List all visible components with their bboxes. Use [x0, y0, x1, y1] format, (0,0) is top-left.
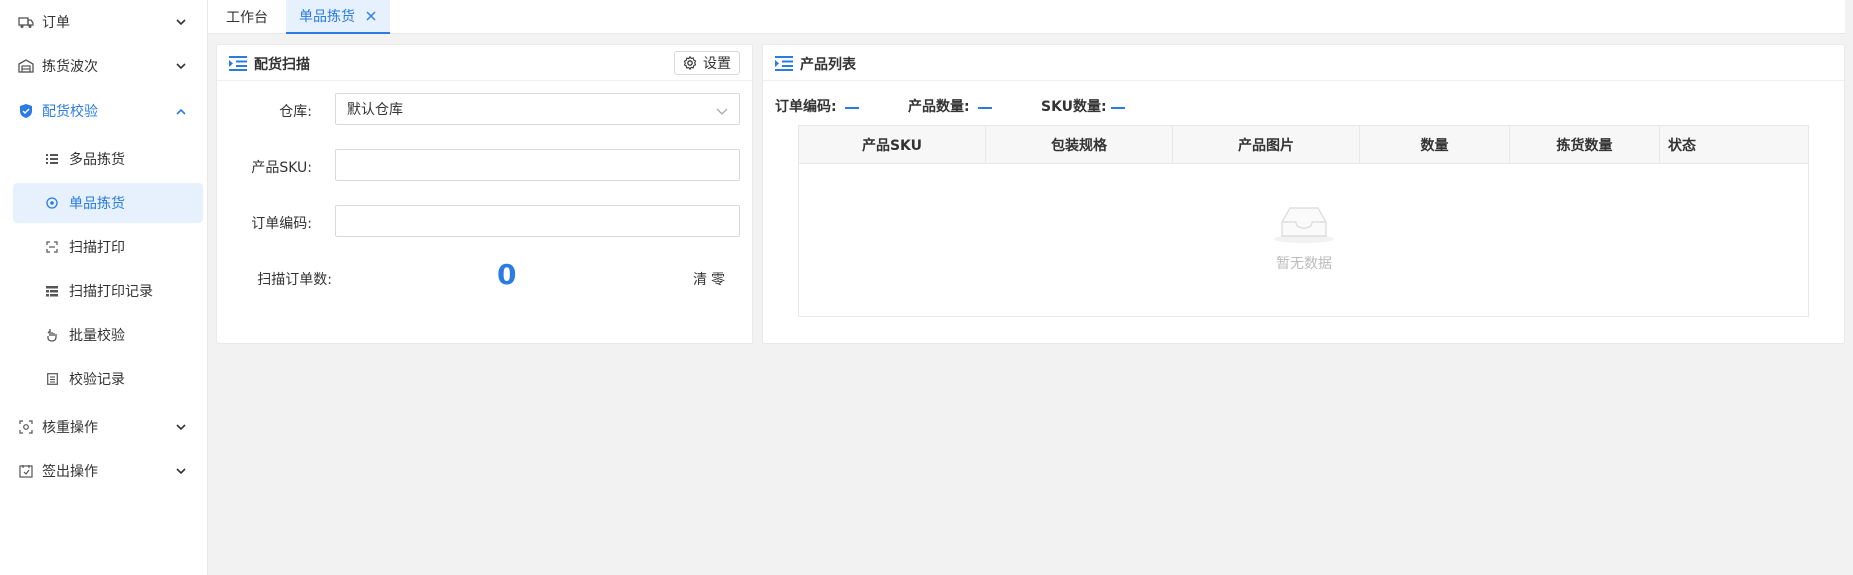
- column-header-picked-qty[interactable]: 拣货数量: [1510, 126, 1660, 164]
- tab-label: 单品拣货: [299, 9, 355, 25]
- tab-workbench[interactable]: 工作台: [208, 0, 286, 34]
- column-header-status[interactable]: 状态: [1660, 126, 1810, 164]
- warehouse-value: 默认仓库: [347, 102, 403, 118]
- product-panel-title: 产品列表: [800, 57, 856, 73]
- sidebar: 订单 拣货波次 配货校验 多品拣货 单品拣货 扫描打印 扫描打印记录 批量校验: [0, 0, 208, 575]
- shield-check-icon: [18, 103, 34, 119]
- product-panel-header: 产品列表: [763, 45, 1844, 81]
- scan-panel-header: 配货扫描 设置: [217, 45, 752, 81]
- sidebar-item-weigh[interactable]: 核重操作: [0, 407, 208, 447]
- sidebar-subitem-check-record[interactable]: 校验记录: [13, 359, 203, 399]
- sku-label: 产品SKU:: [251, 160, 312, 176]
- truck-icon: [18, 14, 34, 30]
- chevron-up-icon: [176, 106, 186, 116]
- empty-text: 暂无数据: [1276, 256, 1332, 272]
- gear-icon: [683, 56, 697, 70]
- chevron-down-icon: [176, 466, 186, 476]
- menu-indent-icon: [229, 55, 247, 71]
- empty-inbox-icon: [1272, 204, 1336, 244]
- sidebar-subitem-batch-check[interactable]: 批量校验: [13, 315, 203, 355]
- hand-icon: [45, 328, 59, 342]
- scan-panel: 配货扫描 设置 仓库: 默认仓库 产品SKU: 订单编码: 扫描订单数: 0 清…: [216, 44, 753, 344]
- order-code-stat-value: [845, 107, 859, 109]
- sidebar-item-pick-wave[interactable]: 拣货波次: [0, 46, 208, 86]
- sidebar-subitem-label: 多品拣货: [69, 152, 125, 168]
- sidebar-subitem-scan-print-record[interactable]: 扫描打印记录: [13, 271, 203, 311]
- list-icon: [45, 152, 59, 166]
- order-code-label: 订单编码:: [251, 216, 312, 232]
- sidebar-item-label: 签出操作: [42, 464, 98, 480]
- menu-indent-icon: [775, 55, 793, 71]
- order-code-input[interactable]: [335, 205, 740, 237]
- product-table: 产品SKU 包装规格 产品图片 数量 拣货数量 状态 暂无数据: [798, 125, 1809, 317]
- scan-count-label: 扫描订单数:: [257, 272, 332, 288]
- sidebar-subitem-label: 校验记录: [69, 372, 125, 388]
- sidebar-item-distribution-check[interactable]: 配货校验: [0, 91, 208, 131]
- tab-bar: 工作台 单品拣货: [208, 0, 1845, 34]
- sidebar-subitem-scan-print[interactable]: 扫描打印: [13, 227, 203, 267]
- scan-panel-title: 配货扫描: [254, 57, 310, 73]
- chevron-down-icon: [176, 61, 186, 71]
- column-header-package[interactable]: 包装规格: [986, 126, 1173, 164]
- column-header-quantity[interactable]: 数量: [1360, 126, 1510, 164]
- target-icon: [45, 196, 59, 210]
- document-icon: [45, 372, 59, 386]
- scan-count-value: 0: [497, 258, 517, 291]
- sidebar-subitem-label: 扫描打印记录: [69, 284, 153, 300]
- sku-input[interactable]: [335, 149, 740, 181]
- sidebar-subitem-label: 扫描打印: [69, 240, 125, 256]
- product-panel: 产品列表 订单编码: 产品数量: SKU数量: 产品SKU 包装规格 产品图片 …: [762, 44, 1845, 344]
- scale-icon: [18, 419, 34, 435]
- settings-button[interactable]: 设置: [674, 51, 740, 75]
- table-header: 产品SKU 包装规格 产品图片 数量 拣货数量 状态: [799, 126, 1808, 164]
- sidebar-subitem-label: 批量校验: [69, 328, 125, 344]
- sidebar-item-sign-out[interactable]: 签出操作: [0, 451, 208, 491]
- sign-out-icon: [18, 463, 34, 479]
- column-header-image[interactable]: 产品图片: [1173, 126, 1360, 164]
- tab-label: 工作台: [226, 10, 268, 26]
- sidebar-subitem-multi-pick[interactable]: 多品拣货: [13, 139, 203, 179]
- tab-single-pick[interactable]: 单品拣货: [286, 0, 390, 34]
- sidebar-subitem-label: 单品拣货: [69, 196, 125, 212]
- sidebar-item-orders[interactable]: 订单: [0, 2, 208, 42]
- sidebar-item-label: 拣货波次: [42, 59, 98, 75]
- sidebar-subitem-single-pick[interactable]: 单品拣货: [13, 183, 203, 223]
- product-qty-stat-label: 产品数量:: [908, 99, 970, 115]
- sku-qty-stat-label: SKU数量:: [1041, 99, 1107, 115]
- chevron-down-icon: [716, 104, 728, 115]
- sidebar-item-label: 配货校验: [42, 104, 98, 120]
- warehouse-icon: [18, 58, 34, 74]
- warehouse-label: 仓库:: [279, 104, 312, 120]
- sku-qty-stat-value: [1111, 107, 1125, 109]
- sidebar-item-label: 订单: [42, 15, 70, 31]
- warehouse-select[interactable]: 默认仓库: [335, 93, 740, 125]
- sidebar-item-label: 核重操作: [42, 420, 98, 436]
- clear-button[interactable]: 清零: [693, 269, 729, 289]
- column-header-sku[interactable]: 产品SKU: [799, 126, 986, 164]
- product-qty-stat-value: [978, 107, 992, 109]
- order-code-stat-label: 订单编码:: [775, 99, 837, 115]
- scan-icon: [45, 240, 59, 254]
- chevron-down-icon: [176, 17, 186, 27]
- list-detail-icon: [45, 284, 59, 298]
- settings-label: 设置: [703, 56, 731, 72]
- close-icon[interactable]: [365, 10, 377, 22]
- chevron-down-icon: [176, 422, 186, 432]
